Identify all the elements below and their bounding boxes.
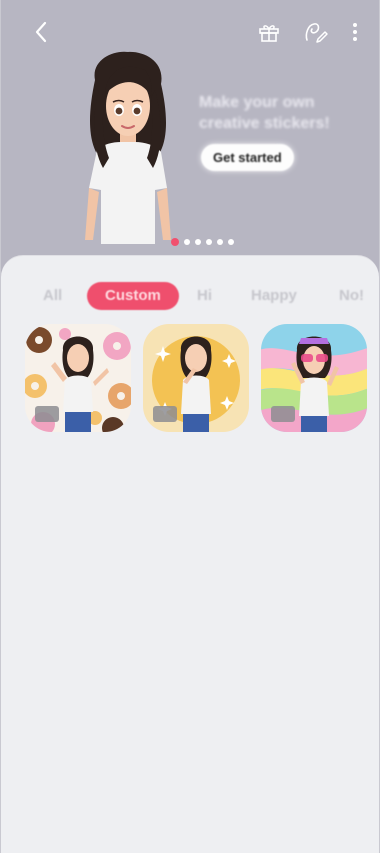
carousel-indicator	[171, 238, 234, 246]
carousel-dot[interactable]	[217, 239, 223, 245]
tab-custom[interactable]: Custom	[87, 282, 179, 310]
tab-all[interactable]: All	[43, 282, 62, 310]
sparkle-sticker[interactable]	[143, 324, 249, 432]
sticker-badge	[271, 406, 295, 422]
sticker-grid	[25, 324, 369, 432]
tab-happy[interactable]: Happy	[251, 282, 297, 310]
sticker-badge	[35, 406, 59, 422]
tab-no[interactable]: No!	[339, 282, 364, 310]
carousel-dot[interactable]	[195, 239, 201, 245]
donut-sticker[interactable]	[25, 324, 131, 432]
sticker-sheet: All Custom Hi Happy No!	[1, 255, 379, 853]
rainbow-sticker[interactable]	[261, 324, 367, 432]
tab-hi[interactable]: Hi	[197, 282, 212, 310]
avatar-illustration	[85, 51, 171, 244]
carousel-dot[interactable]	[171, 238, 179, 246]
more-options-icon	[353, 23, 357, 41]
sticker-badge	[153, 406, 177, 422]
carousel-dot[interactable]	[184, 239, 190, 245]
promo-text: Make your own creative stickers!	[199, 94, 330, 132]
carousel-dot[interactable]	[228, 239, 234, 245]
carousel-dot[interactable]	[206, 239, 212, 245]
hero-banner[interactable]: Make your own creative stickers! Get sta…	[1, 40, 379, 252]
app-screen: Make your own creative stickers! Get sta…	[0, 0, 380, 853]
category-tabs: All Custom Hi Happy No!	[1, 282, 379, 312]
get-started-button[interactable]: Get started	[201, 144, 294, 171]
